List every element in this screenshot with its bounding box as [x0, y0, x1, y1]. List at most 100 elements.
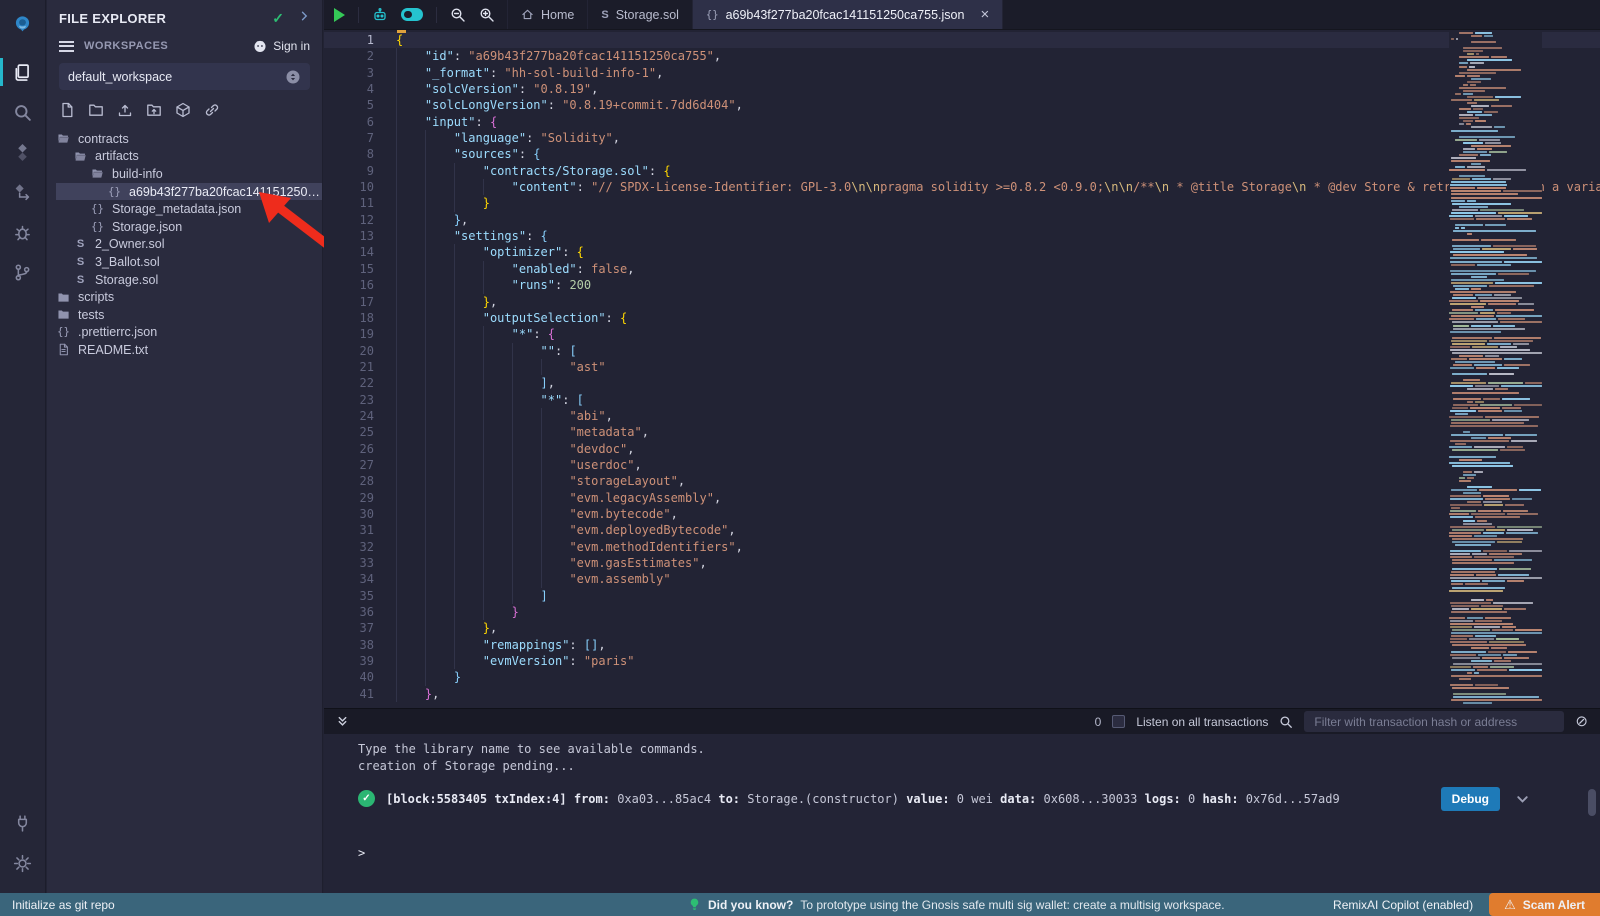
git-icon[interactable] [0, 252, 46, 292]
did-you-know-tip: Did you know? To prototype using the Gno… [688, 898, 1225, 912]
code-line-37: 37}, [324, 620, 1600, 636]
tree-item-contracts[interactable]: contracts [56, 130, 322, 148]
code-line-32: 32"evm.methodIdentifiers", [324, 539, 1600, 555]
folder-icon [56, 291, 71, 304]
tab-storage-sol[interactable]: SStorage.sol [588, 0, 693, 29]
code-line-10: 10"content": "// SPDX-License-Identifier… [324, 179, 1600, 195]
file-explorer-panel: FILE EXPLORER ✓ WORKSPACES Sign in defau… [47, 0, 323, 893]
solidity-file-icon: S [73, 238, 88, 250]
code-line-33: 33"evm.gasEstimates", [324, 555, 1600, 571]
tree-item-artifacts[interactable]: artifacts [56, 148, 322, 166]
new-folder-icon[interactable] [88, 102, 104, 118]
scam-alert-badge[interactable]: ⚠ Scam Alert [1489, 893, 1600, 916]
deploy-run-icon[interactable] [0, 172, 46, 212]
terminal-scrollbar[interactable] [1588, 789, 1596, 816]
tree-item-2-owner-sol[interactable]: S2_Owner.sol [56, 236, 322, 254]
tree-item-tests[interactable]: tests [56, 306, 322, 324]
file-icon [56, 343, 71, 356]
tree-item-readme-txt[interactable]: README.txt [56, 341, 322, 359]
tab-home[interactable]: Home [507, 0, 588, 29]
tree-item-storage-json[interactable]: {} Storage.json [56, 218, 322, 236]
code-line-2: 2"id": "a69b43f277ba20fcac141151250ca755… [324, 48, 1600, 64]
new-file-icon[interactable] [59, 102, 75, 118]
code-line-25: 25"metadata", [324, 424, 1600, 440]
code-line-39: 39"evmVersion": "paris" [324, 653, 1600, 669]
tree-item-label: README.txt [78, 343, 148, 357]
json-file-icon: {} [90, 221, 105, 233]
copilot-status[interactable]: RemixAI Copilot (enabled) [1333, 898, 1473, 912]
tree-item-scripts[interactable]: scripts [56, 288, 322, 306]
zoom-in-icon[interactable] [479, 7, 495, 23]
tree-item-storage-metadata-json[interactable]: {}Storage_metadata.json [56, 200, 322, 218]
folder-icon [56, 308, 71, 321]
code-editor[interactable]: 1{2"id": "a69b43f277ba20fcac141151250ca7… [324, 30, 1600, 708]
transaction-filter-input[interactable] [1304, 711, 1564, 732]
tree-item-a69b43f277ba20fcac141151250ca755-json[interactable]: {}a69b43f277ba20fcac141151250ca755.json [56, 183, 322, 201]
code-line-11: 11} [324, 195, 1600, 211]
tx-summary: [block:5583405 txIndex:4] from: 0xa03...… [386, 792, 1340, 806]
code-line-28: 28"storageLayout", [324, 473, 1600, 489]
tree-item-label: Storage.json [112, 220, 182, 234]
terminal-prompt[interactable]: > [358, 846, 365, 860]
code-line-13: 13"settings": { [324, 228, 1600, 244]
run-script-button[interactable] [334, 8, 345, 22]
tx-expand-icon[interactable] [1515, 792, 1530, 807]
tab-a69b43f277ba20fcac141151250ca755-json[interactable]: {}a69b43f277ba20fcac141151250ca755.json× [693, 0, 1003, 29]
search-icon[interactable] [1279, 715, 1293, 729]
code-line-40: 40} [324, 669, 1600, 685]
code-line-27: 27"userdoc", [324, 457, 1600, 473]
solidity-compiler-icon[interactable] [0, 132, 46, 172]
upload-folder-icon[interactable] [146, 102, 162, 118]
ai-assistant-icon[interactable] [372, 7, 388, 23]
remix-ide-window: FILE EXPLORER ✓ WORKSPACES Sign in defau… [0, 0, 1600, 916]
code-line-7: 7"language": "Solidity", [324, 130, 1600, 146]
code-line-18: 18"outputSelection": { [324, 310, 1600, 326]
tree-item-label: a69b43f277ba20fcac141151250ca755.json [129, 185, 322, 199]
code-line-20: 20"": [ [324, 343, 1600, 359]
code-line-21: 21"ast" [324, 359, 1600, 375]
code-line-1: 1{ [324, 32, 1600, 48]
clear-filter-icon[interactable]: ⊘ [1575, 714, 1588, 729]
cursor-mark [397, 30, 406, 33]
search-icon[interactable] [0, 92, 46, 132]
close-tab-icon[interactable]: × [980, 7, 989, 22]
tree-item-build-info[interactable]: build-info [56, 165, 322, 183]
debugger-icon[interactable] [0, 212, 46, 252]
settings-icon[interactable] [0, 843, 46, 883]
tree-item-storage-sol[interactable]: SStorage.sol [56, 271, 322, 289]
workspaces-menu-icon[interactable] [59, 41, 74, 52]
zoom-out-icon[interactable] [450, 7, 466, 23]
debug-button[interactable]: Debug [1441, 787, 1500, 811]
tree-item--prettierrc-json[interactable]: {}.prettierrc.json [56, 324, 322, 342]
tree-item-label: tests [78, 308, 104, 322]
code-line-24: 24"abi", [324, 408, 1600, 424]
stepper-icon[interactable] [285, 69, 301, 85]
workspace-select[interactable]: default_workspace [59, 63, 310, 90]
file-explorer-icon[interactable] [0, 52, 46, 92]
code-line-9: 9"contracts/Storage.sol": { [324, 163, 1600, 179]
home-icon [521, 8, 534, 21]
minimap[interactable] [1449, 32, 1542, 708]
chevron-right-icon[interactable] [298, 9, 310, 27]
tab-label: Home [541, 8, 574, 22]
listen-all-checkbox[interactable] [1112, 715, 1125, 728]
tree-item-3-ballot-sol[interactable]: S3_Ballot.sol [56, 253, 322, 271]
terminal-expand-icon[interactable] [336, 715, 349, 728]
remix-logo-icon[interactable] [4, 4, 42, 44]
transaction-log-row[interactable]: ✓ [block:5583405 txIndex:4] from: 0xa03.… [358, 790, 1340, 807]
git-init-status[interactable]: Initialize as git repo [0, 898, 115, 912]
json-file-icon: {} [56, 326, 71, 338]
code-line-17: 17}, [324, 294, 1600, 310]
import-link-icon[interactable] [204, 102, 220, 118]
terminal-output[interactable]: Type the library name to see available c… [324, 734, 1600, 893]
tree-item-label: Storage.sol [95, 273, 158, 287]
code-line-31: 31"evm.deployedBytecode", [324, 522, 1600, 538]
terminal-panel: 0 Listen on all transactions ⊘ Type the … [324, 708, 1600, 893]
tab-bar: Home SStorage.sol{}a69b43f277ba20fcac1411… [324, 0, 1600, 30]
github-sign-in[interactable]: Sign in [253, 39, 310, 53]
copilot-toggle[interactable] [401, 8, 423, 21]
github-icon [253, 39, 267, 53]
upload-file-icon[interactable] [117, 102, 133, 118]
ipfs-box-icon[interactable] [175, 102, 191, 118]
plugin-manager-icon[interactable] [0, 803, 46, 843]
